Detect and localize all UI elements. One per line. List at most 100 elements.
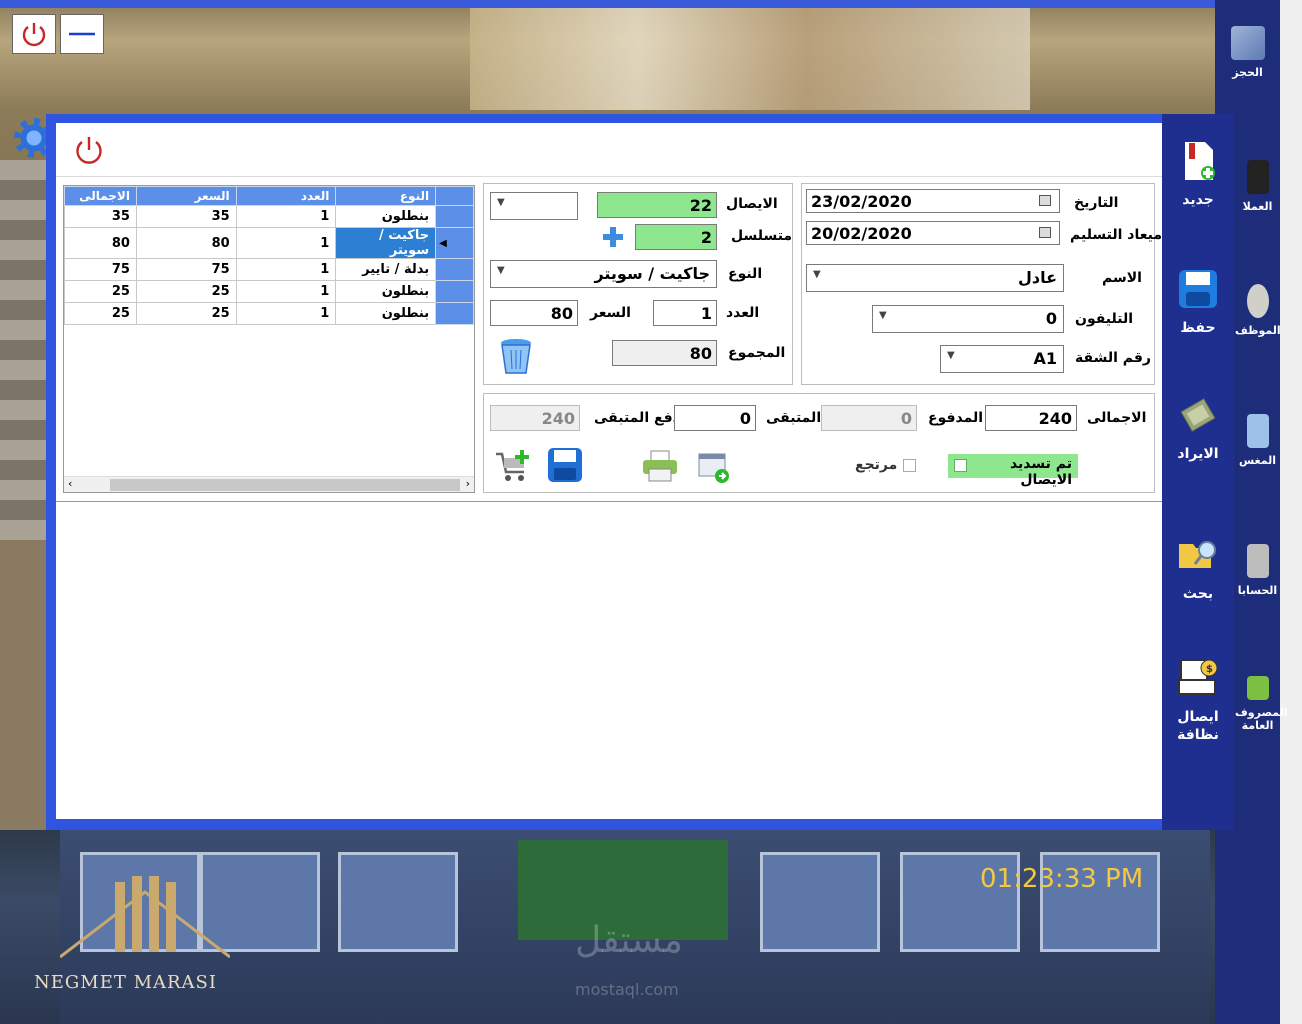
col-total[interactable]: الاجمالى bbox=[64, 186, 137, 206]
grid-horizontal-scrollbar[interactable]: ‹ › bbox=[64, 476, 474, 492]
row-header[interactable] bbox=[435, 280, 474, 303]
background-building bbox=[470, 0, 1030, 110]
cell-price[interactable]: 25 bbox=[135, 302, 237, 325]
apartment-label: رقم الشقة bbox=[1075, 350, 1151, 366]
calendar-icon[interactable] bbox=[1039, 195, 1051, 206]
table-row[interactable]: بنطلون 1 35 35 bbox=[64, 205, 474, 228]
table-row[interactable]: بنطلون 1 25 25 bbox=[64, 280, 474, 303]
print-button[interactable] bbox=[642, 450, 678, 482]
row-header[interactable] bbox=[435, 258, 474, 281]
total-field[interactable] bbox=[985, 405, 1077, 431]
nav-booking[interactable]: الحجز bbox=[1215, 26, 1280, 79]
calendar-icon[interactable] bbox=[1039, 227, 1051, 238]
nav-label: الموظف bbox=[1235, 324, 1281, 337]
window-sidebar: جديد حفظ الايراد بحث $ ايصال نظافة bbox=[1162, 114, 1234, 830]
details-area[interactable] bbox=[56, 501, 1162, 819]
cell-type[interactable]: بنطلون bbox=[335, 280, 437, 303]
add-serial-button[interactable] bbox=[602, 226, 624, 248]
revenue-label: الايراد bbox=[1177, 446, 1219, 462]
revenue-button[interactable]: الايراد bbox=[1162, 394, 1234, 462]
row-header[interactable] bbox=[435, 205, 474, 228]
app-controls bbox=[12, 14, 104, 54]
qty-field[interactable] bbox=[653, 300, 717, 326]
col-price[interactable]: السعر bbox=[135, 186, 237, 206]
returned-checkbox[interactable] bbox=[903, 459, 916, 472]
col-qty[interactable]: العدد bbox=[235, 186, 337, 206]
cell-total[interactable]: 80 bbox=[64, 227, 137, 259]
scroll-left-icon[interactable]: ‹ bbox=[68, 477, 72, 490]
phone-label: التليفون bbox=[1075, 311, 1134, 327]
cleaning-receipt-button[interactable]: $ ايصال نظافة bbox=[1162, 656, 1234, 744]
nav-label: الحسابا bbox=[1237, 584, 1278, 597]
returned-label: مرتجع bbox=[855, 457, 898, 473]
preview-button[interactable] bbox=[698, 452, 732, 484]
cleaning-receipt-label: ايصال نظافة bbox=[1177, 709, 1219, 743]
items-grid[interactable]: النوع العدد السعر الاجمالى بنطلون 1 35 3… bbox=[63, 185, 475, 493]
type-select[interactable]: ▼ جاكيت / سويتر bbox=[490, 260, 717, 288]
cell-total[interactable]: 35 bbox=[64, 205, 137, 228]
phone-select[interactable]: ▼ 0 bbox=[872, 305, 1064, 333]
washer-icon bbox=[1246, 414, 1269, 448]
cell-price[interactable]: 25 bbox=[135, 280, 237, 303]
search-button[interactable]: بحث bbox=[1162, 534, 1234, 602]
gate-panel bbox=[338, 852, 458, 952]
watermark: مستقل bbox=[575, 920, 683, 961]
delivery-date-picker[interactable]: 20/02/2020 bbox=[806, 221, 1060, 245]
add-to-cart-button[interactable] bbox=[494, 448, 532, 484]
cell-qty[interactable]: 1 bbox=[235, 205, 337, 228]
cell-type[interactable]: جاكيت / سويتر bbox=[335, 227, 437, 259]
receipt-field[interactable] bbox=[597, 192, 717, 218]
row-header[interactable] bbox=[435, 302, 474, 325]
cleared-check-box[interactable] bbox=[954, 459, 967, 472]
save-receipt-button[interactable] bbox=[546, 446, 584, 484]
scroll-right-icon[interactable]: › bbox=[466, 477, 470, 490]
cell-price[interactable]: 75 bbox=[135, 258, 237, 281]
save-button[interactable]: حفظ bbox=[1162, 268, 1234, 336]
cell-total[interactable]: 25 bbox=[64, 302, 137, 325]
delete-item-button[interactable] bbox=[498, 336, 534, 376]
scroll-thumb[interactable] bbox=[110, 479, 460, 491]
row-header[interactable]: ◀ bbox=[435, 227, 474, 259]
price-field[interactable] bbox=[490, 300, 578, 326]
customer-panel: 23/02/2020 التاريخ 20/02/2020 ميعاد التس… bbox=[801, 183, 1162, 385]
receipt-window: النوع العدد السعر الاجمالى بنطلون 1 35 3… bbox=[46, 114, 1234, 830]
minimize-button[interactable] bbox=[60, 14, 104, 54]
cell-qty[interactable]: 1 bbox=[235, 258, 337, 281]
remaining-field[interactable] bbox=[674, 405, 756, 431]
close-window-button[interactable] bbox=[72, 133, 106, 171]
money-stack-icon bbox=[1180, 398, 1216, 432]
cleared-checkbox[interactable]: تم تسديد الايصال bbox=[948, 454, 1078, 488]
type-label: النوع bbox=[728, 266, 763, 282]
new-document-icon bbox=[1185, 142, 1215, 180]
cell-price[interactable]: 35 bbox=[135, 205, 237, 228]
power-button[interactable] bbox=[12, 14, 56, 54]
building-icon bbox=[1230, 26, 1265, 60]
cell-qty[interactable]: 1 bbox=[235, 280, 337, 303]
date-label: التاريخ bbox=[1074, 195, 1119, 211]
cell-qty[interactable]: 1 bbox=[235, 227, 337, 259]
clock: 01:23:33 PM bbox=[980, 864, 1144, 894]
cell-price[interactable]: 80 bbox=[135, 227, 237, 259]
table-row[interactable]: بنطلون 1 25 25 bbox=[64, 302, 474, 325]
cell-qty[interactable]: 1 bbox=[235, 302, 337, 325]
table-row[interactable]: بدلة / تايير 1 75 75 bbox=[64, 258, 474, 281]
cell-type[interactable]: بنطلون bbox=[335, 302, 437, 325]
background-house bbox=[0, 160, 46, 540]
cell-type[interactable]: بدلة / تايير bbox=[335, 258, 437, 281]
date-picker[interactable]: 23/02/2020 bbox=[806, 189, 1060, 213]
name-select[interactable]: ▼ عادل bbox=[806, 264, 1064, 292]
search-label: بحث bbox=[1182, 586, 1214, 602]
cell-total[interactable]: 75 bbox=[64, 258, 137, 281]
scrollbar-strip[interactable] bbox=[1280, 0, 1302, 1024]
receipt-select[interactable]: ▼ bbox=[490, 192, 578, 220]
col-type[interactable]: النوع bbox=[335, 186, 437, 206]
cell-type[interactable]: بنطلون bbox=[335, 205, 437, 228]
window-content: النوع العدد السعر الاجمالى بنطلون 1 35 3… bbox=[56, 123, 1162, 819]
cell-total[interactable]: 25 bbox=[64, 280, 137, 303]
apartment-select[interactable]: ▼ A1 bbox=[940, 345, 1064, 373]
background-ground bbox=[0, 540, 46, 830]
nav-label: المغس bbox=[1238, 454, 1277, 467]
table-row[interactable]: ◀ جاكيت / سويتر 1 80 80 bbox=[64, 227, 474, 259]
new-button[interactable]: جديد bbox=[1162, 140, 1234, 208]
serial-field[interactable] bbox=[635, 224, 717, 250]
